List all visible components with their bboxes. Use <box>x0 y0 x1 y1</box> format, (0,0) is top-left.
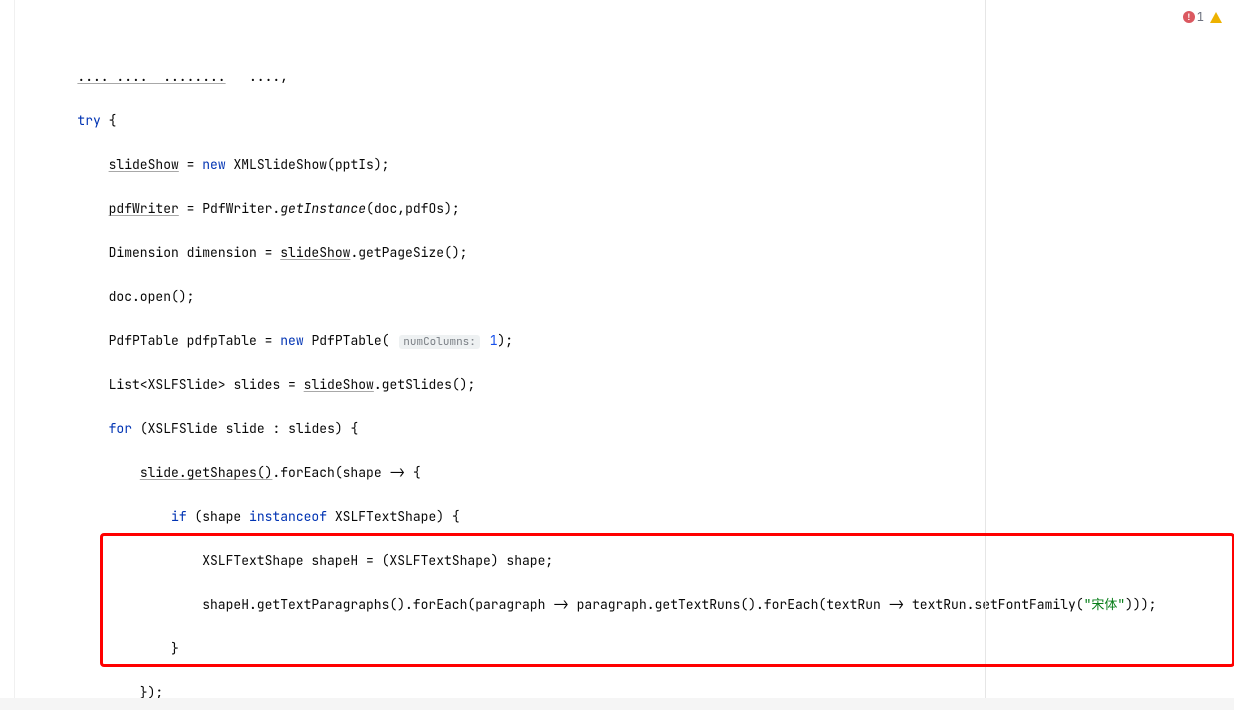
var-slideshow: slideShow <box>109 156 179 173</box>
warning-icon[interactable] <box>1210 12 1222 23</box>
error-count: 1 <box>1197 6 1204 28</box>
var-pdfwriter: pdfWriter <box>109 200 179 217</box>
keyword-try: try <box>77 112 100 129</box>
code-editor[interactable]: .... .... ........ ...., try { slideShow… <box>0 0 1234 710</box>
error-icon: ! <box>1183 11 1195 23</box>
inspection-status[interactable]: ! 1 <box>1183 6 1222 28</box>
code-content[interactable]: .... .... ........ ...., try { slideShow… <box>15 0 1234 710</box>
horizontal-scrollbar[interactable] <box>0 698 1234 710</box>
editor-gutter <box>0 0 15 710</box>
error-indicator[interactable]: ! 1 <box>1183 6 1204 28</box>
param-hint-numcolumns: numColumns: <box>399 335 480 349</box>
